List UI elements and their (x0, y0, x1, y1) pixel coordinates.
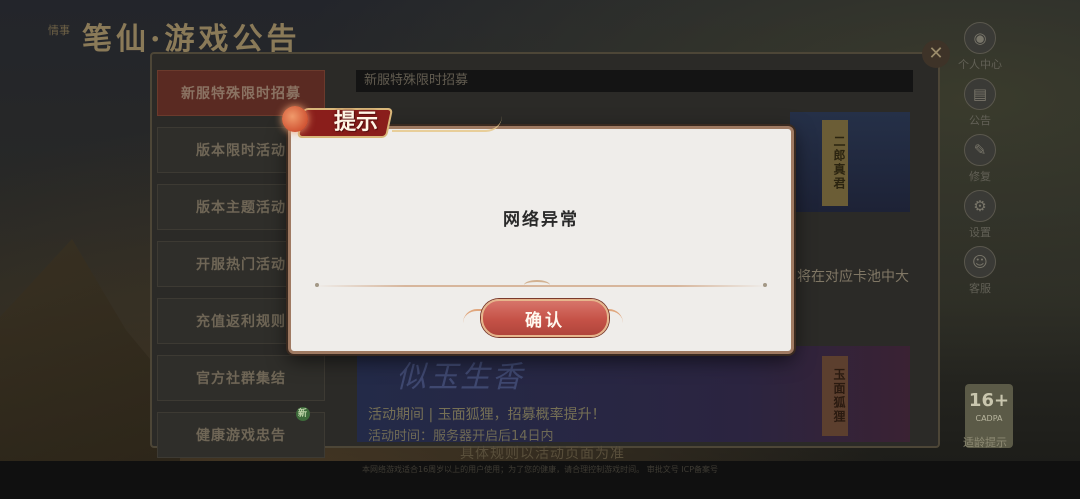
dialog-message: 网络异常 (503, 210, 579, 230)
nav-settings[interactable]: ⚙ 设置 (956, 190, 1004, 246)
cloud-swirl-ornament (392, 116, 502, 132)
nav-label: 个人中心 (958, 58, 1002, 71)
sidebar-item-label: 健康游戏忠告 (196, 428, 286, 444)
age-rating-label: 适龄提示 (963, 436, 1007, 449)
banner-badge: 二郎真君 (822, 120, 848, 206)
gear-icon: ⚙ (964, 190, 996, 222)
sidebar-item-official-community[interactable]: 官方社群集结 (157, 355, 325, 401)
person-icon: ◉ (964, 22, 996, 54)
banner-event-time: 活动时间：服务器开启后14日内 (368, 429, 554, 444)
divider-ornament (524, 280, 550, 290)
content-text: 将在对应卡池中大 (797, 269, 909, 285)
banner-erlang[interactable] (790, 112, 910, 212)
banner-logo: 似玉生香 (396, 360, 524, 395)
sidebar-item-label: 充值返利规则 (196, 314, 286, 330)
right-nav: ◉ 个人中心 ▤ 公告 ✎ 修复 ⚙ 设置 ☺ 客服 (956, 22, 1004, 302)
button-ornament (463, 309, 483, 323)
header-tag: 情事 (48, 24, 70, 37)
nav-label: 公告 (969, 114, 991, 127)
age-rating-org: CADPA (975, 414, 1003, 423)
notice-icon: ▤ (964, 78, 996, 110)
footer-note: 具体规则以活动页面为准 (460, 446, 625, 462)
banner-event-period: 活动期间 | 玉面狐狸，招募概率提升！ (368, 407, 606, 423)
banner-badge: 玉面狐狸 (822, 356, 848, 436)
sidebar-item-healthy-gaming[interactable]: 新 健康游戏忠告 (157, 407, 325, 458)
alert-dialog: 网络异常 确认 (288, 126, 794, 354)
dialog-title-tab: 提示 (282, 100, 402, 140)
sidebar-item-label: 版本限时活动 (196, 143, 286, 159)
repair-icon: ✎ (964, 134, 996, 166)
nav-repair[interactable]: ✎ 修复 (956, 134, 1004, 190)
age-rating-value: 16+ (968, 390, 1010, 411)
nav-label: 修复 (969, 170, 991, 183)
nav-customer-service[interactable]: ☺ 客服 (956, 246, 1004, 302)
nav-label: 设置 (969, 226, 991, 239)
close-icon[interactable]: ✕ (922, 40, 950, 68)
divider-dot (763, 283, 767, 287)
sidebar-item-label: 开服热门活动 (196, 257, 286, 273)
sidebar-item-label: 版本主题活动 (196, 200, 286, 216)
new-badge: 新 (296, 407, 310, 421)
nav-personal-center[interactable]: ◉ 个人中心 (956, 22, 1004, 78)
nav-label: 客服 (969, 282, 991, 295)
dialog-title: 提示 (334, 109, 379, 135)
chat-icon: ☺ (964, 246, 996, 278)
sun-seal-icon (282, 106, 308, 132)
sidebar-item-label: 官方社群集结 (196, 371, 286, 387)
nav-notice[interactable]: ▤ 公告 (956, 78, 1004, 134)
content-title-bar: 新服特殊限时招募 (356, 70, 913, 92)
divider-dot (315, 283, 319, 287)
footer-legal-text: 本网络游戏适合16周岁以上的用户使用；为了您的健康，请合理控制游戏时间。 审批文… (0, 461, 1080, 499)
confirm-button[interactable]: 确认 (481, 299, 609, 337)
